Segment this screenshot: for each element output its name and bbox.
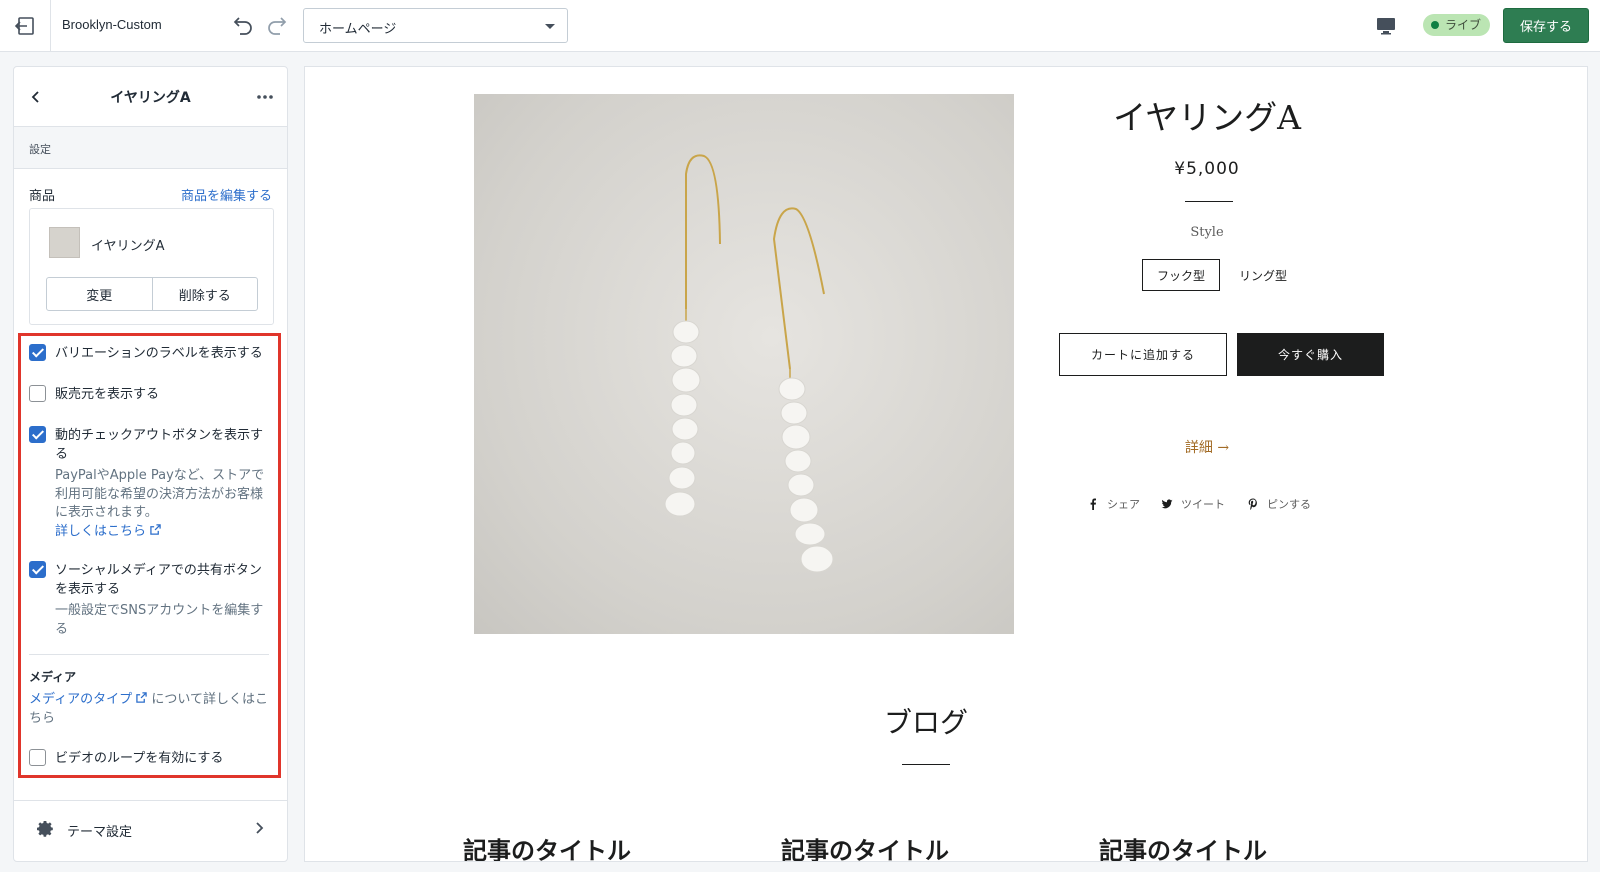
product-thumbnail <box>49 227 80 258</box>
desktop-icon <box>1377 18 1395 35</box>
redo-button[interactable] <box>265 13 289 37</box>
change-product-button[interactable]: 変更 <box>47 278 152 310</box>
chevron-down-icon <box>545 24 555 29</box>
settings-section-label: 設定 <box>29 143 51 156</box>
save-button[interactable]: 保存する <box>1503 8 1589 43</box>
undo-icon <box>233 17 252 35</box>
article-title[interactable]: 記事のタイトル <box>1099 831 1267 861</box>
details-link[interactable]: 詳細 → <box>1035 437 1379 457</box>
facebook-icon <box>1090 498 1096 510</box>
pinterest-icon <box>1248 498 1257 510</box>
divider <box>29 654 269 655</box>
sidebar-title: イヤリングA <box>110 90 191 106</box>
media-types-label: メディアのタイプ <box>29 692 133 707</box>
share-twitter-link[interactable]: ツイート <box>1161 495 1225 513</box>
checkbox[interactable] <box>29 426 46 443</box>
page-select[interactable]: ホームページ <box>303 8 568 43</box>
article-title[interactable]: 記事のタイトル <box>463 831 631 861</box>
edit-product-link[interactable]: 商品を編集する <box>181 185 272 204</box>
buy-now-button[interactable]: 今すぐ購入 <box>1237 333 1384 376</box>
chevron-right-icon <box>256 822 264 834</box>
divider <box>902 764 950 765</box>
option-label: ソーシャルメディアでの共有ボタンを表示する <box>55 563 262 597</box>
product-name: イヤリングA <box>91 239 165 254</box>
media-types-link[interactable]: メディアのタイプ <box>29 692 147 707</box>
share-pinterest-label: ピンする <box>1267 498 1311 511</box>
more-horizontal-icon <box>257 95 273 99</box>
learn-more-label: 詳しくはこちら <box>55 523 147 539</box>
external-link-icon <box>150 523 161 535</box>
redo-icon <box>268 17 287 35</box>
product-image[interactable] <box>474 94 1014 634</box>
exit-icon <box>14 16 34 35</box>
top-bar: Brooklyn-Custom ホームページ ライブ 保存する <box>0 0 1600 52</box>
option-label: バリエーションのラベルを表示する <box>55 346 263 361</box>
option-help-text: 一般設定でSNSアカウントを編集する <box>55 603 264 637</box>
exit-button[interactable] <box>0 0 51 51</box>
help-text: PayPalやApple Payなど、ストアで利用可能な希望の決済方法がお客様に… <box>55 468 265 520</box>
gear-icon <box>37 821 53 837</box>
checkbox[interactable] <box>29 385 46 402</box>
product-title: イヤリングA <box>1113 98 1301 137</box>
share-facebook-link[interactable]: シェア <box>1087 495 1140 513</box>
blog-section-title: ブログ <box>883 706 968 739</box>
external-link-icon <box>136 692 147 703</box>
undo-button[interactable] <box>231 13 255 37</box>
media-info-text: メディアのタイプ について詳しくはこちら <box>29 690 269 728</box>
variant-hook-button[interactable]: フック型 <box>1142 259 1220 291</box>
product-price: ¥5,000 <box>1174 159 1240 179</box>
more-actions-button[interactable] <box>253 85 277 109</box>
device-preview-button[interactable] <box>1374 14 1398 38</box>
option-help-text: PayPalやApple Payなど、ストアで利用可能な希望の決済方法がお客様に… <box>55 467 270 541</box>
product-label: 商品 <box>29 189 56 204</box>
option-label: ビデオのループを有効にする <box>55 751 224 766</box>
twitter-icon <box>1161 499 1173 509</box>
theme-name: Brooklyn-Custom <box>62 17 162 32</box>
share-facebook-label: シェア <box>1107 498 1140 511</box>
divider <box>1185 201 1233 202</box>
live-status-badge: ライブ <box>1423 14 1491 36</box>
checkbox[interactable] <box>29 561 46 578</box>
learn-more-link[interactable]: 詳しくはこちら <box>55 524 161 539</box>
sidebar-header: イヤリングA <box>14 67 287 127</box>
checkbox[interactable] <box>29 344 46 361</box>
variant-option-label: Style <box>1190 225 1224 240</box>
product-button-group: 変更 削除する <box>46 277 258 311</box>
share-twitter-label: ツイート <box>1181 498 1225 511</box>
option-label: 販売元を表示する <box>55 387 160 402</box>
article-title[interactable]: 記事のタイトル <box>781 831 949 861</box>
settings-section-header: 設定 <box>14 127 287 169</box>
add-to-cart-button[interactable]: カートに追加する <box>1059 333 1227 376</box>
checkbox[interactable] <box>29 749 46 766</box>
variant-ring-button[interactable]: リング型 <box>1230 259 1296 291</box>
media-section-title: メディア <box>29 670 77 684</box>
theme-settings-label: テーマ設定 <box>67 825 133 840</box>
earrings-photo <box>664 154 834 573</box>
remove-product-button[interactable]: 削除する <box>151 278 258 310</box>
page-select-value: ホームページ <box>319 22 397 37</box>
sidebar: イヤリングA 設定 商品 商品を編集する イヤリングA 変更 削除する バリエー… <box>13 66 288 862</box>
share-pinterest-link[interactable]: ピンする <box>1247 495 1311 513</box>
theme-settings-button[interactable]: テーマ設定 <box>14 800 287 861</box>
option-label: 動的チェックアウトボタンを表示する <box>55 428 264 462</box>
theme-preview: イヤリングA ¥5,000 Style フック型 リング型 カートに追加する 今… <box>304 66 1588 862</box>
product-card: イヤリングA 変更 削除する <box>29 208 274 325</box>
